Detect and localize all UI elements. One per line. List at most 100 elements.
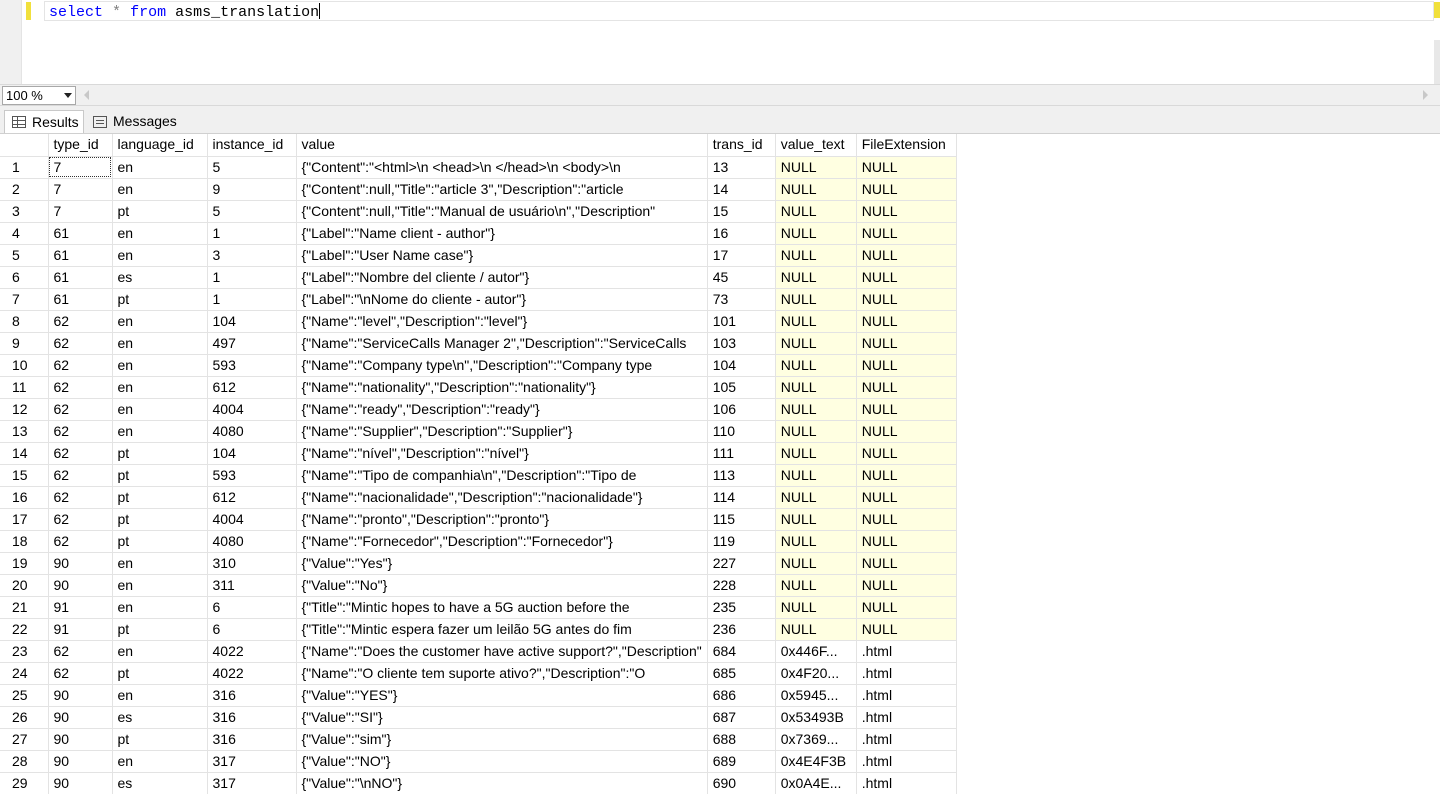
scroll-left-icon[interactable] (84, 90, 89, 100)
cell-fileextension[interactable]: NULL (856, 266, 957, 289)
cell-instance_id[interactable]: 3 (207, 244, 297, 267)
table-row[interactable]: 18 62 pt 4080 {"Name":"Fornecedor","Descript… (0, 530, 957, 553)
cell-language_id[interactable]: en (112, 354, 208, 377)
cell-instance_id[interactable]: 1 (207, 222, 297, 245)
column-header-fileextension[interactable]: FileExtension (856, 134, 957, 157)
table-row[interactable]: 8 62 en 104 {"Name":"level","Description":"l… (0, 310, 957, 333)
cell-type_id[interactable]: 62 (48, 332, 113, 355)
tab-results[interactable]: Results (4, 110, 84, 133)
cell-fileextension[interactable]: .html (856, 750, 957, 773)
cell-type_id[interactable]: 90 (48, 552, 113, 575)
cell-type_id[interactable]: 90 (48, 684, 113, 707)
cell-fileextension[interactable]: NULL (856, 618, 957, 641)
cell-fileextension[interactable]: NULL (856, 178, 957, 201)
cell-fileextension[interactable]: NULL (856, 310, 957, 333)
cell-fileextension[interactable]: NULL (856, 420, 957, 443)
cell-value_text[interactable]: NULL (775, 156, 857, 179)
cell-value[interactable]: {"Name":"O cliente tem suporte ativo?","… (296, 662, 708, 685)
cell-trans_id[interactable]: 16 (707, 222, 776, 245)
row-number[interactable]: 13 (0, 420, 49, 443)
cell-language_id[interactable]: es (112, 706, 208, 729)
cell-trans_id[interactable]: 105 (707, 376, 776, 399)
cell-instance_id[interactable]: 593 (207, 354, 297, 377)
cell-instance_id[interactable]: 4004 (207, 398, 297, 421)
cell-value_text[interactable]: 0x446F... (775, 640, 857, 663)
cell-value[interactable]: {"Value":"sim"} (296, 728, 708, 751)
zoom-dropdown[interactable]: 100 % (2, 86, 76, 105)
cell-fileextension[interactable]: NULL (856, 574, 957, 597)
row-number[interactable]: 24 (0, 662, 49, 685)
cell-language_id[interactable]: en (112, 596, 208, 619)
cell-trans_id[interactable]: 227 (707, 552, 776, 575)
cell-value[interactable]: {"Name":"Does the customer have active s… (296, 640, 708, 663)
cell-value[interactable]: {"Name":"Supplier","Description":"Suppli… (296, 420, 708, 443)
cell-language_id[interactable]: pt (112, 442, 208, 465)
cell-fileextension[interactable]: .html (856, 728, 957, 751)
cell-type_id[interactable]: 62 (48, 310, 113, 333)
table-row[interactable]: 7 61 pt 1 {"Label":"\nNome do cliente - auto… (0, 288, 957, 311)
row-number[interactable]: 6 (0, 266, 49, 289)
cell-value_text[interactable]: NULL (775, 288, 857, 311)
column-header-trans_id[interactable]: trans_id (707, 134, 776, 157)
cell-language_id[interactable]: pt (112, 618, 208, 641)
cell-type_id[interactable]: 7 (48, 178, 113, 201)
cell-type_id[interactable]: 61 (48, 266, 113, 289)
cell-value_text[interactable]: NULL (775, 244, 857, 267)
cell-value_text[interactable]: NULL (775, 508, 857, 531)
cell-trans_id[interactable]: 235 (707, 596, 776, 619)
cell-value_text[interactable]: NULL (775, 222, 857, 245)
cell-instance_id[interactable]: 9 (207, 178, 297, 201)
cell-fileextension[interactable]: NULL (856, 530, 957, 553)
cell-value_text[interactable]: NULL (775, 464, 857, 487)
cell-language_id[interactable]: en (112, 750, 208, 773)
cell-trans_id[interactable]: 13 (707, 156, 776, 179)
cell-value[interactable]: {"Name":"Fornecedor","Description":"Forn… (296, 530, 708, 553)
table-row[interactable]: 6 61 es 1 {"Label":"Nombre del cliente / aut… (0, 266, 957, 289)
cell-value_text[interactable]: NULL (775, 530, 857, 553)
row-number[interactable]: 16 (0, 486, 49, 509)
table-row[interactable]: 12 62 en 4004 {"Name":"ready","Description":… (0, 398, 957, 421)
cell-type_id[interactable]: 62 (48, 508, 113, 531)
cell-value[interactable]: {"Name":"ServiceCalls Manager 2","Descri… (296, 332, 708, 355)
results-grid[interactable]: type_id language_id instance_id value trans_… (0, 133, 1440, 794)
cell-language_id[interactable]: en (112, 684, 208, 707)
cell-value[interactable]: {"Label":"\nNome do cliente - autor"} (296, 288, 708, 311)
cell-language_id[interactable]: pt (112, 288, 208, 311)
row-number[interactable]: 19 (0, 552, 49, 575)
cell-language_id[interactable]: en (112, 310, 208, 333)
row-number[interactable]: 27 (0, 728, 49, 751)
cell-value[interactable]: {"Content":null,"Title":"article 3","Des… (296, 178, 708, 201)
cell-value_text[interactable]: 0x0A4E... (775, 772, 857, 794)
cell-value_text[interactable]: 0x7369... (775, 728, 857, 751)
cell-type_id[interactable]: 90 (48, 728, 113, 751)
cell-value[interactable]: {"Name":"nível","Description":"nível"} (296, 442, 708, 465)
table-row[interactable]: 27 90 pt 316 {"Value":"sim"} 688 0x7369... .htm… (0, 728, 957, 751)
cell-instance_id[interactable]: 310 (207, 552, 297, 575)
results-table[interactable]: type_id language_id instance_id value trans_… (0, 134, 957, 794)
cell-instance_id[interactable]: 1 (207, 266, 297, 289)
cell-type_id[interactable]: 62 (48, 530, 113, 553)
table-row[interactable]: 21 91 en 6 {"Title":"Mintic hopes to have a … (0, 596, 957, 619)
cell-trans_id[interactable]: 104 (707, 354, 776, 377)
cell-instance_id[interactable]: 104 (207, 310, 297, 333)
cell-fileextension[interactable]: NULL (856, 486, 957, 509)
column-header-instance_id[interactable]: instance_id (207, 134, 297, 157)
table-row[interactable]: 1 7 en 5 {"Content":"<html>\n <head>\n </hea… (0, 156, 957, 179)
cell-value_text[interactable]: NULL (775, 200, 857, 223)
cell-value[interactable]: {"Content":null,"Title":"Manual de usuár… (296, 200, 708, 223)
cell-language_id[interactable]: en (112, 332, 208, 355)
cell-type_id[interactable]: 62 (48, 442, 113, 465)
cell-type_id[interactable]: 61 (48, 222, 113, 245)
row-number[interactable]: 22 (0, 618, 49, 641)
cell-value[interactable]: {"Name":"Tipo de companhia\n","Descripti… (296, 464, 708, 487)
cell-fileextension[interactable]: NULL (856, 596, 957, 619)
table-row[interactable]: 26 90 es 316 {"Value":"SI"} 687 0x53493B .html (0, 706, 957, 729)
cell-fileextension[interactable]: NULL (856, 222, 957, 245)
cell-instance_id[interactable]: 4022 (207, 662, 297, 685)
row-number[interactable]: 14 (0, 442, 49, 465)
cell-value_text[interactable]: NULL (775, 552, 857, 575)
cell-instance_id[interactable]: 316 (207, 728, 297, 751)
column-header-language_id[interactable]: language_id (112, 134, 208, 157)
table-row[interactable]: 17 62 pt 4004 {"Name":"pronto","Description"… (0, 508, 957, 531)
cell-value[interactable]: {"Value":"Yes"} (296, 552, 708, 575)
